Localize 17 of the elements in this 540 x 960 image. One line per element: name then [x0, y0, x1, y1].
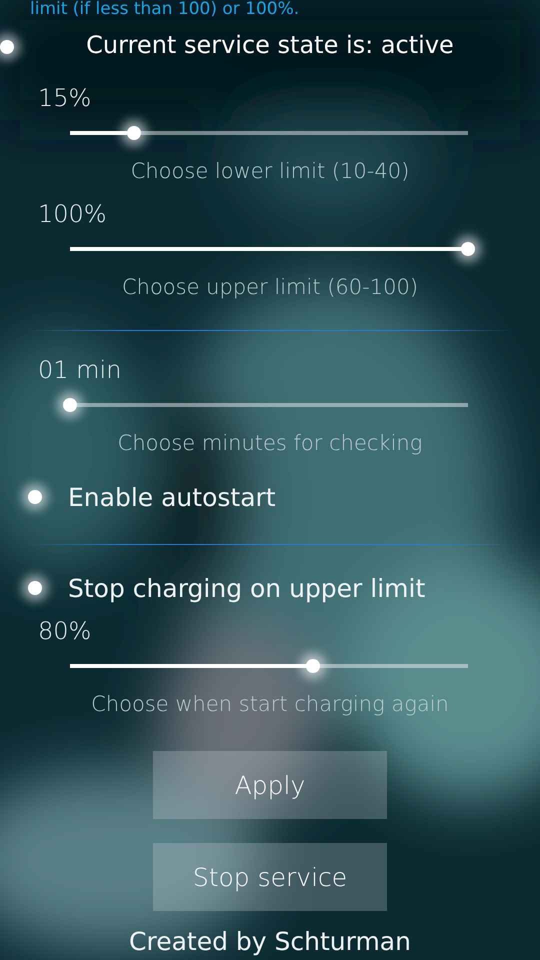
toggle-switch[interactable]: Stop charging on upper limit [0, 563, 540, 613]
info-text: limit (if less than 100) or 100%. [29, 0, 300, 18]
slider-caption: Choose upper limit (60-100) [120, 274, 420, 301]
credit-text: Created by Schturman [128, 927, 412, 956]
stop-service-button[interactable]: Stop service [153, 843, 387, 911]
slider-caption: Choose lower limit (10-40) [130, 158, 410, 185]
toggle-switch[interactable]: Enable autostart [0, 472, 540, 522]
apply-button[interactable]: Apply [153, 751, 387, 819]
service-state: Current service state is: active [86, 31, 454, 59]
slider-value: 100% [37, 199, 108, 230]
slider-caption: Choose when start charging again [90, 691, 450, 718]
slider-value: 15% [37, 83, 92, 114]
switch-label: Enable autostart [68, 482, 276, 512]
slider-value: 80% [37, 616, 92, 647]
switch-label: Stop charging on upper limit [68, 574, 426, 602]
slider-caption: Choose minutes for checking [116, 430, 424, 457]
slider-value: 01 min [37, 355, 122, 386]
